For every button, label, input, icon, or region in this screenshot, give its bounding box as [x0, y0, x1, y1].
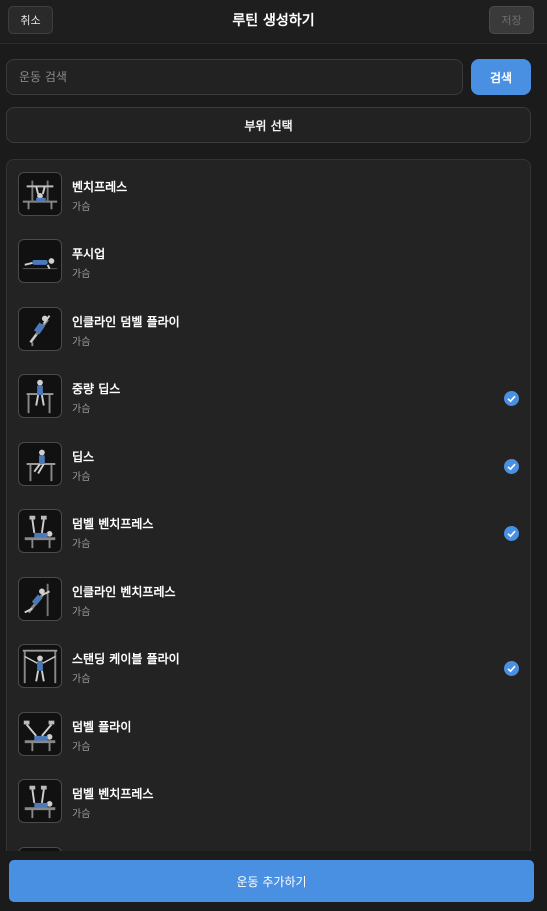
- exercise-name: 중량 딥스: [72, 382, 121, 396]
- exercise-item[interactable]: 덤벨 플라이 가슴: [7, 700, 530, 767]
- search-input[interactable]: [6, 59, 463, 95]
- exercise-item[interactable]: 인클라인 벤치프레스 가슴: [7, 565, 530, 632]
- exercise-name: 푸시업: [72, 247, 106, 261]
- exercise-name: 스탠딩 케이블 플라이: [72, 652, 180, 666]
- page-title: 루틴 생성하기: [232, 13, 315, 29]
- exercise-category: 가슴: [72, 202, 91, 213]
- top-header: 취소 루틴 생성하기 저장: [0, 0, 547, 44]
- weighted-dips-icon: [18, 374, 62, 418]
- checkmark-icon[interactable]: [504, 661, 519, 676]
- exercise-item[interactable]: 벤치프레스 가슴: [7, 160, 530, 227]
- exercise-name: 덤벨 벤치프레스: [72, 517, 154, 531]
- push-up-icon: [18, 239, 62, 283]
- exercise-category: 가슴: [72, 472, 91, 483]
- checkmark-icon[interactable]: [504, 391, 519, 406]
- exercise-name: 인클라인 벤치프레스: [72, 585, 176, 599]
- dumbbell-bench-press-icon: [18, 779, 62, 823]
- exercise-item[interactable]: 스탠딩 케이블 플라이 가슴: [7, 632, 530, 699]
- checkmark-icon[interactable]: [504, 526, 519, 541]
- exercise-item[interactable]: 덤벨 벤치프레스 가슴: [7, 767, 530, 834]
- exercise-category: 가슴: [72, 742, 91, 753]
- exercise-category: 가슴: [72, 809, 91, 820]
- exercise-category: 가슴: [72, 674, 91, 685]
- incline-bench-press-icon: [18, 577, 62, 621]
- bench-press-icon: [18, 172, 62, 216]
- exercise-category: 가슴: [72, 404, 91, 415]
- exercise-category: 가슴: [72, 539, 91, 550]
- exercise-item[interactable]: 딥스 가슴: [7, 430, 530, 497]
- search-button[interactable]: 검색: [471, 59, 531, 95]
- exercise-item[interactable]: 푸시업 가슴: [7, 227, 530, 294]
- exercise-item[interactable]: 중량 딥스 가슴: [7, 362, 530, 429]
- save-button[interactable]: 저장: [489, 6, 534, 34]
- exercise-category: 가슴: [72, 337, 91, 348]
- exercise-category: 가슴: [72, 607, 91, 618]
- add-exercise-button[interactable]: 운동 추가하기: [9, 860, 534, 902]
- exercise-name: 덤벨 벤치프레스: [72, 787, 154, 801]
- bottom-bar: 운동 추가하기: [0, 851, 547, 911]
- cable-fly-icon: [18, 644, 62, 688]
- dumbbell-fly-icon: [18, 712, 62, 756]
- checkmark-icon[interactable]: [504, 459, 519, 474]
- dumbbell-bench-press-icon: [18, 509, 62, 553]
- exercise-category: 가슴: [72, 269, 91, 280]
- incline-fly-icon: [18, 307, 62, 351]
- body-part-select-button[interactable]: 부위 선택: [6, 107, 531, 143]
- exercise-name: 인클라인 덤벨 플라이: [72, 315, 180, 329]
- exercise-name: 덤벨 플라이: [72, 720, 132, 734]
- exercise-item[interactable]: 덤벨 벤치프레스 가슴: [7, 497, 530, 564]
- dips-icon: [18, 442, 62, 486]
- exercise-item[interactable]: 인클라인 덤벨 플라이 가슴: [7, 295, 530, 362]
- exercise-name: 벤치프레스: [72, 180, 128, 194]
- exercise-name: 딥스: [72, 450, 95, 464]
- exercise-list[interactable]: 벤치프레스 가슴 푸시업 가슴 인클라인 덤벨 플라이 가슴 중량 딥스 가슴 …: [6, 159, 531, 911]
